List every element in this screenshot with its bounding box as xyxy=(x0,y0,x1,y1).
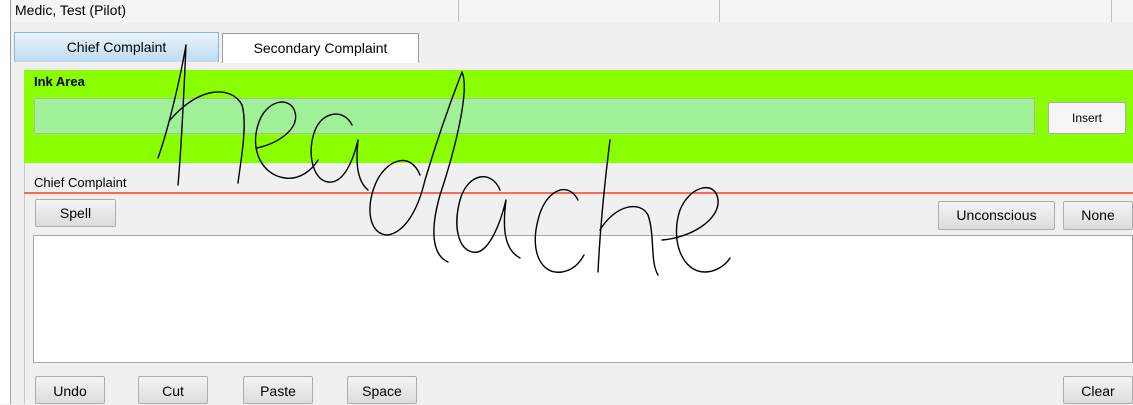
status-cell-3 xyxy=(720,0,1112,22)
window-left-edge xyxy=(0,0,11,404)
user-name: Medic, Test (Pilot) xyxy=(15,2,126,18)
status-bar: Medic, Test (Pilot) xyxy=(11,0,1133,23)
spell-button[interactable]: Spell xyxy=(35,199,116,227)
undo-button[interactable]: Undo xyxy=(35,376,105,404)
paste-button[interactable]: Paste xyxy=(243,376,313,404)
unconscious-button[interactable]: Unconscious xyxy=(938,201,1055,230)
tab-secondary-complaint[interactable]: Secondary Complaint xyxy=(222,33,419,63)
space-button[interactable]: Space xyxy=(347,376,417,404)
tab-chief-complaint[interactable]: Chief Complaint xyxy=(14,32,219,62)
ink-area-panel: Ink Area Insert xyxy=(24,70,1133,163)
none-button[interactable]: None xyxy=(1063,201,1133,230)
insert-button[interactable]: Insert xyxy=(1048,102,1126,134)
tab-bar: Chief Complaint Secondary Complaint xyxy=(11,22,1133,64)
status-cell-2 xyxy=(459,0,720,22)
clear-button[interactable]: Clear xyxy=(1063,376,1133,404)
status-cell-user: Medic, Test (Pilot) xyxy=(11,0,459,22)
chief-complaint-textbox[interactable] xyxy=(33,235,1133,363)
ink-input-field[interactable] xyxy=(34,98,1035,134)
group-frame-left xyxy=(24,163,25,404)
chief-complaint-group-label: Chief Complaint xyxy=(34,175,127,190)
group-divider-line xyxy=(24,192,1133,194)
ink-area-legend: Ink Area xyxy=(34,74,85,89)
cut-button[interactable]: Cut xyxy=(138,376,208,404)
